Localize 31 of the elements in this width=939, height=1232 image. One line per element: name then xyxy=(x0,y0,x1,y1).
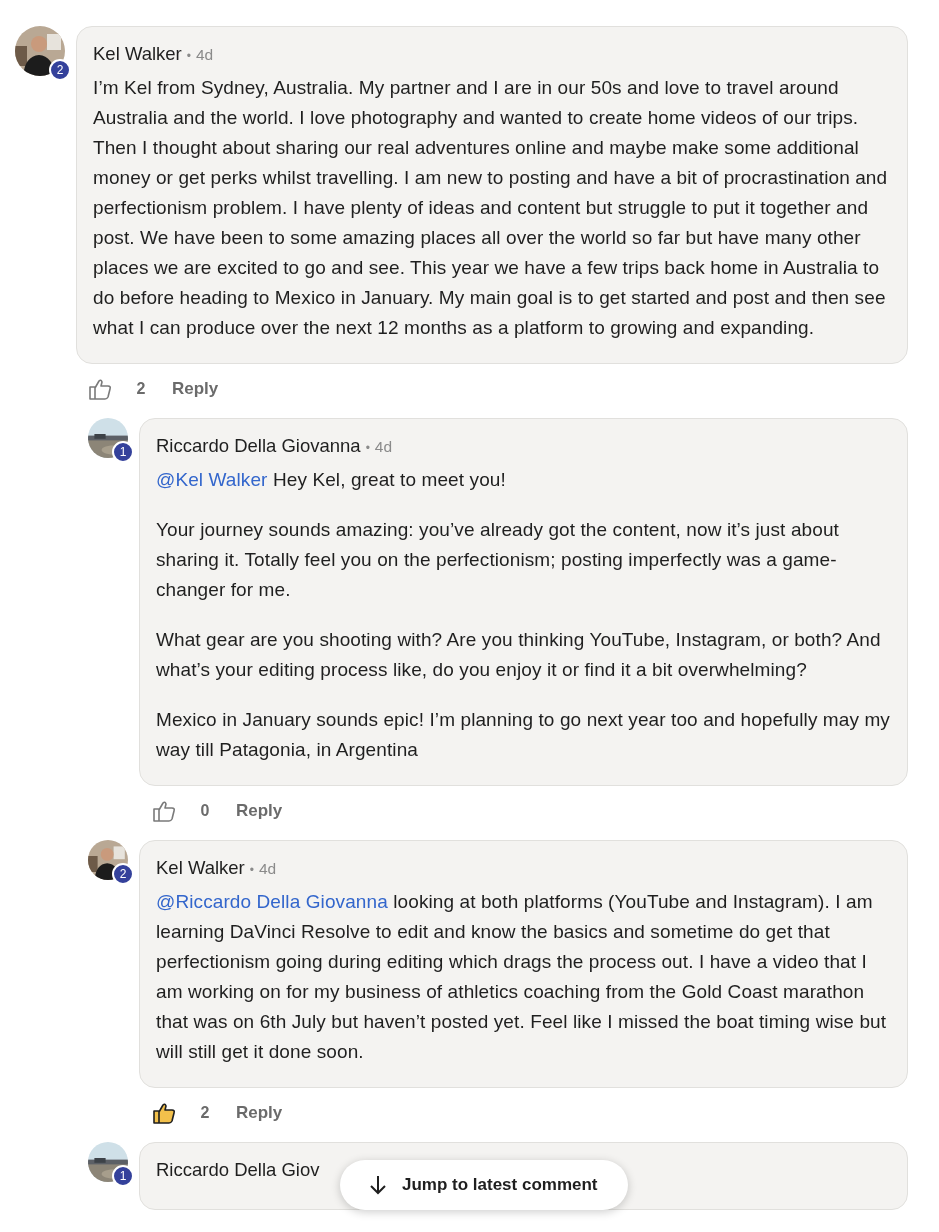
comment-text: What gear are you shooting with? Are you thinking YouTube, Instagram, or both? And what’s your editing process like, do you enjoy it or find it a bit overwhelming? xyxy=(156,628,882,682)
badge-count: 1 xyxy=(112,441,134,463)
timestamp: 4d xyxy=(195,46,214,64)
badge-count: 2 xyxy=(112,863,134,885)
badge-count: 2 xyxy=(49,59,71,81)
jump-to-latest-button[interactable]: Jump to latest comment xyxy=(340,1160,628,1210)
like-button[interactable] xyxy=(152,1102,176,1124)
timestamp: 4d xyxy=(258,860,277,878)
like-count: 2 xyxy=(135,380,147,398)
badge-count: 1 xyxy=(112,1165,134,1187)
separator-dot: • xyxy=(249,863,254,877)
author-name[interactable]: Kel Walker xyxy=(156,857,245,879)
author-name[interactable]: Kel Walker xyxy=(93,43,182,65)
comment-text: @Riccardo Della Giovanna looking at both platforms (YouTube and Instagram). I am learning DaVinci Resolve to edit and know the basics and sometime do get that perfectionism going during editing which drags the process out. I have a video that I am working on for my business of athletics coaching from the Gold Coast marathon that was on 6th July but haven’t posted yet. Feel like I missed the boat timing wise but will still get it done soon. xyxy=(156,890,888,1064)
arrow-down-icon xyxy=(368,1174,388,1196)
like-count: 0 xyxy=(199,802,211,820)
timestamp: 4d xyxy=(374,438,393,456)
separator-dot: • xyxy=(365,441,370,455)
reply-button[interactable]: Reply xyxy=(236,801,283,821)
like-count: 2 xyxy=(199,1104,211,1122)
separator-dot: • xyxy=(186,49,191,63)
mention-link[interactable]: @Riccardo Della Giovanna xyxy=(156,891,388,912)
reply-button[interactable]: Reply xyxy=(172,379,219,399)
reply-button[interactable]: Reply xyxy=(236,1103,283,1123)
comment-text: Mexico in January sounds epic! I’m planning to go next year too and hopefully may my way till Patagonia, in Argentina xyxy=(156,708,891,762)
comment-text: Your journey sounds amazing: you’ve already got the content, now it’s just about sharing it. Totally feel you on the perfectionism; posting imperfectly was a game-changer for me. xyxy=(156,518,840,602)
author-name[interactable]: Riccardo Della Giov xyxy=(156,1159,320,1181)
comment-text: I’m Kel from Sydney, Australia. My partner and I are in our 50s and love to travel around Australia and the world. I love photography and wanted to create home videos of our trips. Then I thought about sharing our real adventures online and maybe make some additional money or get perks whilst travelling. I am new to posting and have a bit of procrastination and perfectionism problem. I have plenty of ideas and content but struggle to put it together and post. We have been to some amazing places all over the world so far but have many other places we are excited to go and see. This year we have a few trips back home in Australia to do before heading to Mexico in January. My main goal is to get started and post and then see what I can produce over the next 12 months as a platform to growing and expanding. xyxy=(93,76,889,340)
comment-text: @Kel Walker Hey Kel, great to meet you! xyxy=(156,468,507,492)
mention-link[interactable]: @Kel Walker xyxy=(156,469,268,490)
author-name[interactable]: Riccardo Della Giovanna xyxy=(156,435,361,457)
